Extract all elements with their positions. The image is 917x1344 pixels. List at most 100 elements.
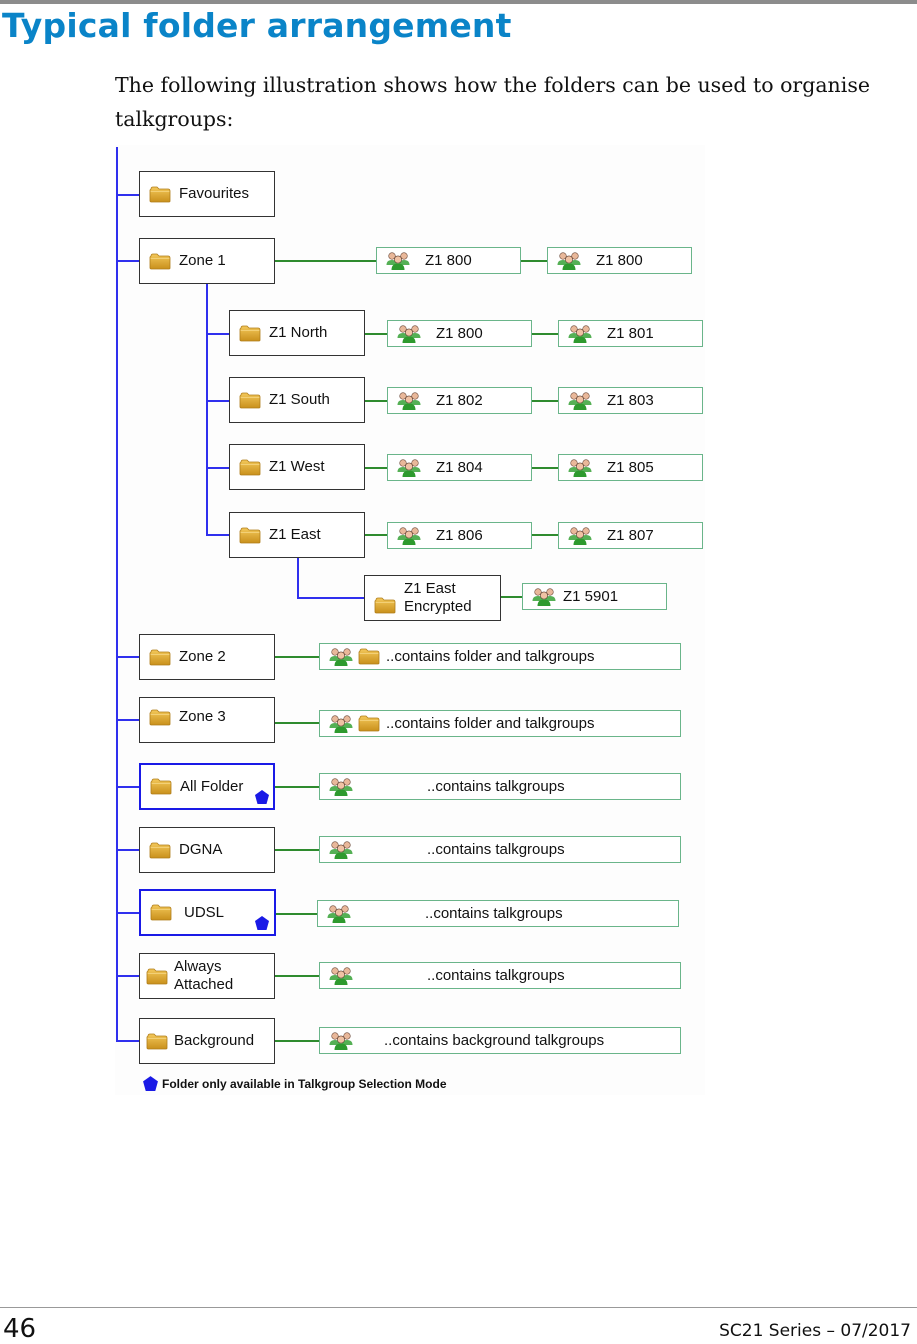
folder-z1-south: Z1 South bbox=[229, 377, 365, 423]
connector bbox=[116, 786, 139, 788]
talkgroup-people-icon bbox=[567, 391, 593, 411]
tg-connector bbox=[274, 656, 319, 658]
talkgroup-people-icon bbox=[328, 966, 354, 986]
talkgroup-label: Z1 807 bbox=[607, 527, 654, 544]
talkgroup-zone1-a: Z1 800 bbox=[376, 247, 521, 274]
folder-z1-north: Z1 North bbox=[229, 310, 365, 356]
connector bbox=[206, 467, 229, 469]
talkgroup-people-icon bbox=[396, 458, 422, 478]
talkgroup-label: Z1 805 bbox=[607, 459, 654, 476]
folder-label: Zone 2 bbox=[179, 648, 226, 665]
folder-label: Z1 South bbox=[269, 391, 330, 408]
tg-connector bbox=[274, 975, 319, 977]
folder-label: Z1 North bbox=[269, 324, 328, 341]
talkgroup-zone1-b: Z1 800 bbox=[547, 247, 692, 274]
talkgroup-people-icon bbox=[396, 391, 422, 411]
folder-label-line1: Always bbox=[174, 958, 222, 975]
talkgroup-people-icon bbox=[328, 777, 354, 797]
folder-label: Z1 East bbox=[269, 526, 321, 543]
talkgroup-people-icon bbox=[326, 904, 352, 924]
talkgroup-label: Z1 802 bbox=[436, 392, 483, 409]
folder-icon bbox=[239, 392, 261, 409]
folder-label-line2: Attached bbox=[174, 976, 234, 993]
pentagon-marker-icon bbox=[142, 1075, 159, 1092]
talkgroup-background: ..contains background talkgroups bbox=[319, 1027, 681, 1054]
folder-z1-east: Z1 East bbox=[229, 512, 365, 558]
connector bbox=[116, 975, 139, 977]
tg-connector bbox=[500, 596, 523, 598]
tg-connector bbox=[364, 400, 387, 402]
talkgroup-people-icon bbox=[531, 587, 557, 607]
talkgroup-west-b: Z1 805 bbox=[558, 454, 703, 481]
tg-connector bbox=[274, 260, 376, 262]
talkgroup-label: ..contains background talkgroups bbox=[384, 1032, 605, 1049]
folder-icon bbox=[149, 186, 171, 203]
talkgroup-people-icon bbox=[396, 526, 422, 546]
folder-icon bbox=[149, 842, 171, 859]
tg-connector bbox=[531, 534, 558, 536]
talkgroup-zone2: ..contains folder and talkgroups bbox=[319, 643, 681, 670]
talkgroup-label: Z1 800 bbox=[436, 325, 483, 342]
folder-z1-east-encrypted: Z1 East Encrypted bbox=[364, 575, 501, 621]
talkgroup-people-icon bbox=[567, 526, 593, 546]
connector bbox=[206, 534, 229, 536]
talkgroup-dgna: ..contains talkgroups bbox=[319, 836, 681, 863]
folder-label: Always Attached bbox=[174, 958, 233, 994]
tg-connector bbox=[531, 400, 558, 402]
folder-zone2: Zone 2 bbox=[139, 634, 275, 680]
talkgroup-label: ..contains talkgroups bbox=[427, 841, 565, 858]
talkgroup-west-a: Z1 804 bbox=[387, 454, 532, 481]
connector bbox=[206, 333, 229, 335]
folder-z1-west: Z1 West bbox=[229, 444, 365, 490]
folder-icon bbox=[239, 325, 261, 342]
tg-connector bbox=[531, 467, 558, 469]
talkgroup-people-icon bbox=[328, 647, 354, 667]
folder-label-line2: Encrypted bbox=[404, 598, 472, 615]
talkgroup-label: Z1 5901 bbox=[563, 588, 619, 605]
folder-icon bbox=[146, 1033, 168, 1050]
folder-label: All Folder bbox=[180, 777, 244, 795]
connector bbox=[206, 400, 229, 402]
folder-zone1: Zone 1 bbox=[139, 238, 275, 284]
tg-connector bbox=[276, 913, 318, 915]
talkgroup-label: ..contains talkgroups bbox=[425, 905, 563, 922]
talkgroup-label: Z1 801 bbox=[607, 325, 654, 342]
talkgroup-label: ..contains folder and talkgroups bbox=[386, 648, 595, 665]
connector bbox=[116, 260, 139, 262]
tg-connector bbox=[520, 260, 547, 262]
tg-connector bbox=[274, 849, 319, 851]
tg-connector bbox=[364, 333, 387, 335]
talkgroup-people-icon bbox=[328, 840, 354, 860]
connector bbox=[116, 912, 139, 914]
document-series: SC21 Series – 07/2017 bbox=[719, 1321, 911, 1341]
folder-icon bbox=[150, 778, 172, 795]
connector bbox=[116, 194, 139, 196]
folder-label: Zone 3 bbox=[179, 708, 226, 725]
talkgroup-label: Z1 806 bbox=[436, 527, 483, 544]
talkgroup-people-icon bbox=[556, 251, 582, 271]
footer-rule bbox=[0, 1307, 917, 1308]
folder-always-attached: Always Attached bbox=[139, 953, 275, 999]
talkgroup-label: Z1 804 bbox=[436, 459, 483, 476]
talkgroup-label: Z1 800 bbox=[596, 252, 643, 269]
folder-label: Z1 West bbox=[269, 458, 325, 475]
talkgroup-south-b: Z1 803 bbox=[558, 387, 703, 414]
folder-dgna: DGNA bbox=[139, 827, 275, 873]
folder-all-folder: All Folder bbox=[139, 763, 275, 810]
tg-connector bbox=[274, 1040, 319, 1042]
pentagon-marker-icon bbox=[254, 789, 270, 805]
connector bbox=[116, 849, 139, 851]
folder-icon bbox=[358, 715, 380, 732]
talkgroup-people-icon bbox=[396, 324, 422, 344]
talkgroup-north-b: Z1 801 bbox=[558, 320, 703, 347]
folder-icon bbox=[149, 253, 171, 270]
page-number: 46 bbox=[3, 1314, 37, 1344]
talkgroup-people-icon bbox=[385, 251, 411, 271]
talkgroup-south-a: Z1 802 bbox=[387, 387, 532, 414]
talkgroup-always-attached: ..contains talkgroups bbox=[319, 962, 681, 989]
tg-connector bbox=[531, 333, 558, 335]
folder-icon bbox=[358, 648, 380, 665]
folder-icon bbox=[239, 527, 261, 544]
z1-east-subtree-line bbox=[297, 557, 299, 598]
folder-icon bbox=[374, 597, 396, 614]
